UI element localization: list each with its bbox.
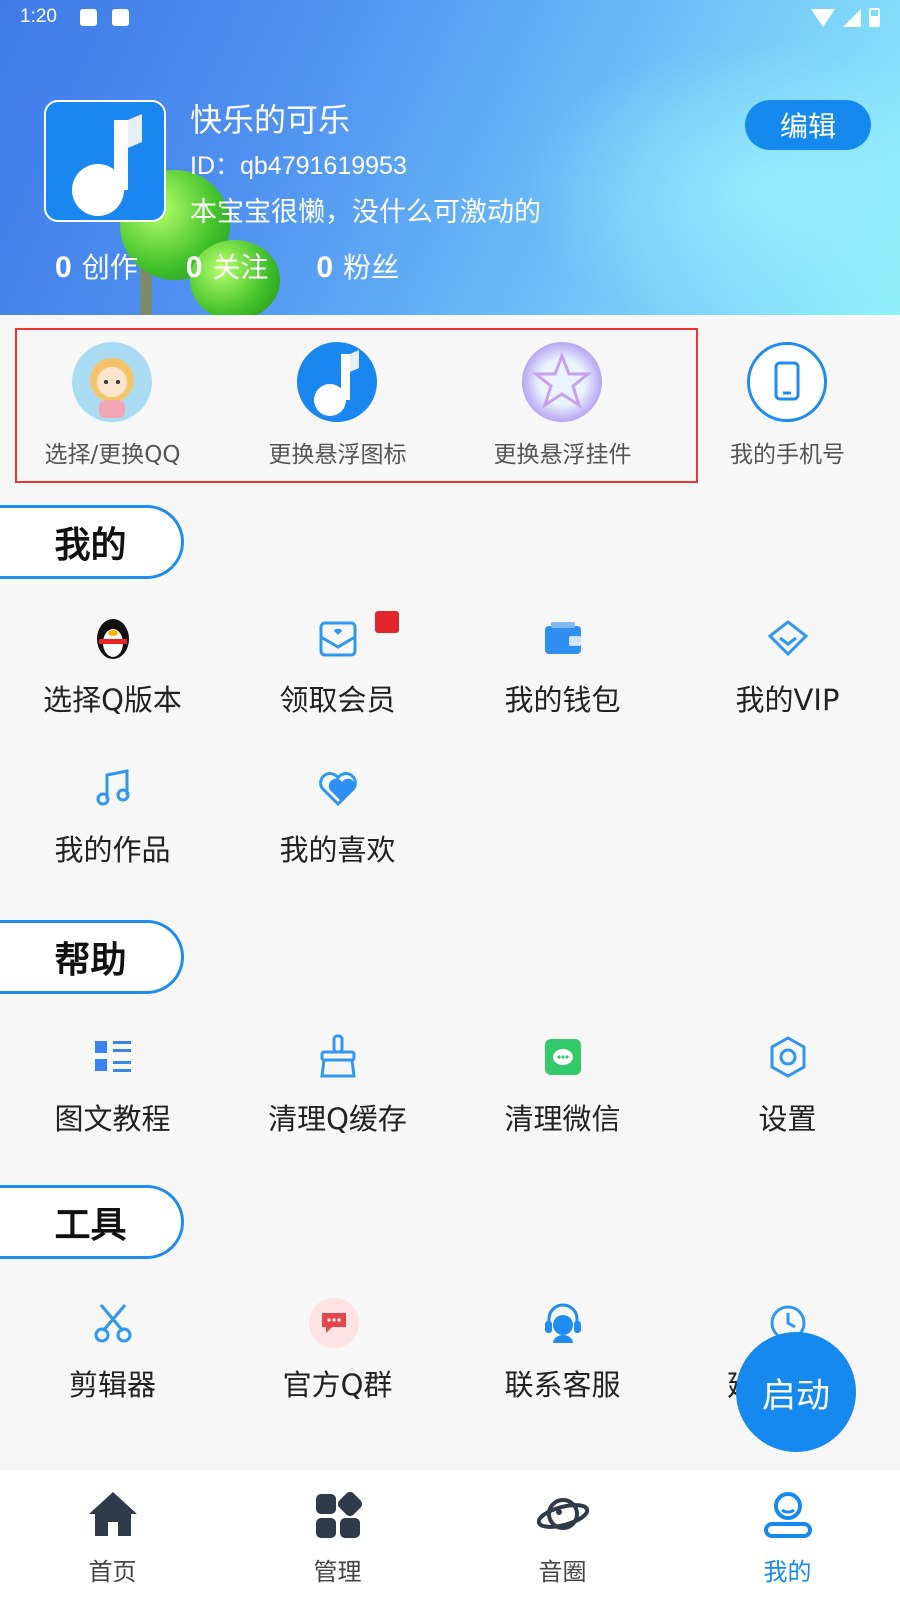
grid-item-label: 联系客服	[504, 1368, 621, 1402]
phone-icon	[747, 342, 827, 422]
nav-label: 音圈	[538, 1558, 587, 1586]
user-name: 快乐的可乐	[190, 101, 351, 139]
grid-item-label: 图文教程	[54, 1102, 171, 1136]
quick-action-my-phone[interactable]: 我的手机号	[675, 320, 900, 490]
wifi-icon	[811, 8, 835, 27]
profile-icon	[762, 1488, 814, 1540]
red-packet-badge-icon	[375, 611, 399, 633]
grid-item-tutorials[interactable]: 图文教程	[0, 1034, 225, 1144]
grid-item-editor[interactable]: 剪辑器	[0, 1300, 225, 1410]
stat-count: 0	[55, 251, 72, 284]
home-icon	[87, 1488, 139, 1540]
grid-item-label: 清理Q缓存	[268, 1102, 407, 1136]
grid-item-my-works[interactable]: 我的作品	[0, 765, 225, 875]
gear-icon	[765, 1034, 811, 1080]
broom-icon	[315, 1034, 361, 1080]
launch-fab-button[interactable]: 启动	[736, 1332, 856, 1452]
nav-tab-home[interactable]: 首页	[0, 1470, 225, 1600]
highlight-box	[15, 328, 698, 483]
image-notification-icon	[80, 9, 97, 26]
gift-envelope-icon	[315, 615, 361, 661]
quick-action-label: 我的手机号	[730, 442, 845, 468]
stat-label: 创作	[81, 251, 138, 284]
chat-icon	[540, 1034, 586, 1080]
nav-tab-mine[interactable]: 我的	[675, 1470, 900, 1600]
grid-item-official-q-group[interactable]: 官方Q群	[225, 1298, 450, 1410]
bottom-nav: 首页 管理 音圈 我的	[0, 1470, 900, 1600]
header-glow	[520, 40, 900, 315]
apps-icon	[312, 1488, 364, 1540]
heart-icon	[315, 765, 361, 811]
music-note-icon	[72, 114, 142, 216]
grid-item-label: 我的钱包	[504, 683, 621, 717]
signal-icon	[843, 8, 861, 27]
grid-item-label: 选择Q版本	[43, 683, 182, 717]
app-notification-icon	[112, 9, 129, 26]
grid-item-label: 我的VIP	[735, 683, 840, 717]
section-title-mine: 我的	[0, 505, 184, 579]
stat-label: 粉丝	[343, 251, 400, 284]
headset-icon	[540, 1300, 586, 1346]
profile-stats: 0 创作 0 关注 0 粉丝	[55, 246, 447, 286]
diamond-icon	[765, 615, 811, 661]
grid-item-label: 设置	[758, 1102, 817, 1136]
scissors-icon	[90, 1300, 136, 1346]
stat-label: 关注	[212, 251, 269, 284]
group-chat-icon	[309, 1298, 359, 1348]
section-title-help: 帮助	[0, 920, 184, 994]
grid-item-my-vip[interactable]: 我的VIP	[675, 615, 900, 725]
grid-item-settings[interactable]: 设置	[675, 1034, 900, 1144]
user-bio: 本宝宝很懒，没什么可激动的	[190, 197, 541, 228]
status-bar: 1:20	[0, 0, 900, 36]
nav-label: 首页	[88, 1558, 137, 1586]
avatar[interactable]	[44, 100, 166, 222]
grid-item-label: 清理微信	[504, 1102, 621, 1136]
nav-label: 我的	[763, 1558, 812, 1586]
stat-count: 0	[316, 251, 334, 284]
grid-item-clean-wechat[interactable]: 清理微信	[450, 1034, 675, 1144]
stat-fans[interactable]: 0 粉丝	[316, 246, 399, 286]
grid-item-label: 剪辑器	[68, 1368, 156, 1402]
grid-item-my-likes[interactable]: 我的喜欢	[225, 765, 450, 875]
grid-item-label: 我的作品	[54, 833, 171, 867]
penguin-icon	[90, 615, 136, 661]
grid-item-my-wallet[interactable]: 我的钱包	[450, 615, 675, 725]
status-time: 1:20	[20, 6, 57, 27]
grid-item-customer-service[interactable]: 联系客服	[450, 1300, 675, 1410]
battery-icon	[869, 8, 880, 27]
list-icon	[90, 1034, 136, 1080]
nav-label: 管理	[313, 1558, 362, 1586]
stat-works[interactable]: 0 创作	[55, 246, 138, 286]
user-id: ID：qb4791619953	[190, 152, 407, 180]
planet-icon	[536, 1488, 590, 1540]
grid-item-label: 官方Q群	[282, 1368, 393, 1402]
grid-item-select-q-version[interactable]: 选择Q版本	[0, 615, 225, 725]
grid-item-clean-q-cache[interactable]: 清理Q缓存	[225, 1034, 450, 1144]
edit-profile-button[interactable]: 编辑	[745, 100, 871, 150]
nav-tab-music-circle[interactable]: 音圈	[450, 1470, 675, 1600]
nav-tab-manage[interactable]: 管理	[225, 1470, 450, 1600]
music-icon	[90, 765, 136, 811]
grid-item-label: 领取会员	[279, 683, 396, 717]
stat-count: 0	[185, 251, 203, 284]
section-title-tools: 工具	[0, 1185, 184, 1259]
profile-header: 1:20 快乐的可乐 ID：qb4791619953 本宝宝很懒，没什么可激动的…	[0, 0, 900, 315]
wallet-icon	[540, 615, 586, 661]
grid-item-claim-membership[interactable]: 领取会员	[225, 611, 450, 725]
stat-following[interactable]: 0 关注	[186, 246, 269, 286]
grid-item-label: 我的喜欢	[279, 833, 396, 867]
